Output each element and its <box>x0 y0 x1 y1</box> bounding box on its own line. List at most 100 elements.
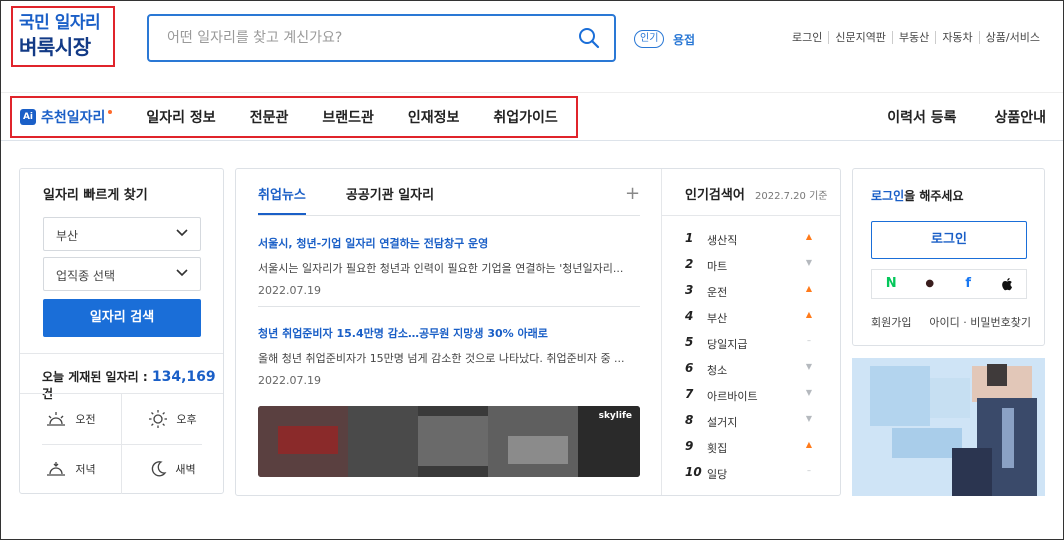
ranking-item[interactable]: 2 마트 ▼ <box>685 257 825 273</box>
sunset-icon <box>47 462 66 476</box>
article-date: 2022.07.19 <box>258 374 321 387</box>
ad-banner-image[interactable] <box>852 358 1045 496</box>
rank-number: 8 <box>685 413 694 427</box>
ranking-item[interactable]: 7 아르바이트 ▼ <box>685 387 825 403</box>
rank-number: 9 <box>685 439 694 453</box>
rank-keyword[interactable]: 부산 <box>707 310 727 326</box>
sun-icon <box>149 410 168 428</box>
chevron-down-icon <box>176 229 188 237</box>
util-link-login[interactable]: 로그인 <box>786 31 828 44</box>
nav-resume-register[interactable]: 이력서 등록 <box>887 107 956 127</box>
shift-morning[interactable]: 오전 <box>20 394 121 444</box>
search-icon[interactable] <box>578 27 600 49</box>
ranking-item[interactable]: 9 횟집 ▲ <box>685 439 825 455</box>
rank-keyword[interactable]: 당일지급 <box>707 336 747 352</box>
ranking-item[interactable]: 10 일당 – <box>685 465 825 481</box>
nav-ai-label: 추천일자리 <box>41 110 106 126</box>
news-video-thumbnail[interactable]: skylife <box>258 406 640 477</box>
nav-item-job-info[interactable]: 일자리 정보 <box>146 107 215 127</box>
main-nav: Ai 추천일자리 일자리 정보 전문관 브랜드관 인재정보 취업가이드 <box>10 96 578 138</box>
nav-right: 이력서 등록 상품안내 <box>849 107 1046 127</box>
signup-link[interactable]: 회원가입 <box>871 316 911 329</box>
rank-keyword[interactable]: 마트 <box>707 258 727 274</box>
shift-afternoon[interactable]: 오후 <box>122 394 223 444</box>
ranking-item[interactable]: 8 설거지 ▼ <box>685 413 825 429</box>
search-input[interactable] <box>167 28 567 48</box>
shift-evening-label: 저녁 <box>75 463 96 476</box>
new-dot-icon <box>108 110 113 114</box>
trend-up-icon: ▲ <box>805 232 813 241</box>
moon-icon <box>152 461 167 477</box>
rank-keyword[interactable]: 청소 <box>707 362 727 378</box>
kakao-login-icon[interactable]: ● <box>911 270 950 298</box>
video-brand-label: skylife <box>598 411 632 421</box>
chevron-down-icon <box>176 269 188 277</box>
login-prompt-link[interactable]: 로그인 <box>871 189 904 203</box>
tabs-underline <box>258 215 640 216</box>
rank-number: 7 <box>685 387 694 401</box>
rank-keyword[interactable]: 설거지 <box>707 414 737 430</box>
trend-same-icon: – <box>807 466 811 475</box>
rank-keyword[interactable]: 아르바이트 <box>707 388 758 404</box>
news-tabs: 취업뉴스 공공기관 일자리 <box>258 184 434 215</box>
article-divider <box>258 306 640 307</box>
trend-up-icon: ▲ <box>805 284 813 293</box>
nav-item-ai-recommend[interactable]: Ai 추천일자리 <box>20 107 113 127</box>
trend-down-icon: ▼ <box>805 414 813 423</box>
util-link-car[interactable]: 자동차 <box>935 31 978 44</box>
job-type-select[interactable]: 업직종 선택 <box>43 257 201 291</box>
job-type-select-value: 업직종 선택 <box>56 269 116 283</box>
ranking-item[interactable]: 6 청소 ▼ <box>685 361 825 377</box>
ranking-underline <box>662 215 840 216</box>
ranking-date: 2022.7.20 기준 <box>755 191 828 202</box>
job-search-button[interactable]: 일자리 검색 <box>43 299 201 337</box>
more-plus-icon[interactable]: + <box>625 183 640 204</box>
region-select[interactable]: 부산 <box>43 217 201 251</box>
login-prompt-text: 을 해주세요 <box>904 189 964 203</box>
shift-dawn-label: 새벽 <box>175 463 196 476</box>
panel-divider <box>661 169 662 495</box>
naver-login-icon[interactable]: N <box>872 270 911 298</box>
shift-afternoon-label: 오후 <box>176 413 197 426</box>
nav-item-brand[interactable]: 브랜드관 <box>322 107 374 127</box>
rank-keyword[interactable]: 일당 <box>707 466 727 482</box>
ranking-item[interactable]: 3 운전 ▲ <box>685 283 825 299</box>
account-links: 회원가입 아이디 · 비밀번호찾기 <box>871 314 1031 330</box>
news-article[interactable]: 청년 취업준비자 15.4만명 감소…공무원 지망생 30% 아래로 올해 청년… <box>258 325 640 387</box>
rank-number: 5 <box>685 335 694 349</box>
rank-keyword[interactable]: 생산직 <box>707 232 737 248</box>
login-button[interactable]: 로그인 <box>871 221 1027 259</box>
util-link-services[interactable]: 상품/서비스 <box>978 31 1046 44</box>
ranking-item[interactable]: 5 당일지급 – <box>685 335 825 351</box>
facebook-login-icon[interactable]: f <box>949 270 988 298</box>
util-link-realestate[interactable]: 부동산 <box>891 31 935 44</box>
shift-evening[interactable]: 저녁 <box>20 444 121 494</box>
nav-item-guide[interactable]: 취업가이드 <box>493 107 557 127</box>
nav-product-info[interactable]: 상품안내 <box>994 107 1046 127</box>
popular-keyword-link[interactable]: 용접 <box>673 31 695 48</box>
rank-keyword[interactable]: 횟집 <box>707 440 727 456</box>
apple-login-icon[interactable] <box>988 270 1027 298</box>
ranking-item[interactable]: 4 부산 ▲ <box>685 309 825 325</box>
news-article[interactable]: 서울시, 청년-기업 일자리 연결하는 전담창구 운영 서울시는 일자리가 필요… <box>258 235 640 297</box>
nav-item-specialty[interactable]: 전문관 <box>250 107 289 127</box>
trend-up-icon: ▲ <box>805 310 813 319</box>
trend-down-icon: ▼ <box>805 362 813 371</box>
trend-down-icon: ▼ <box>805 388 813 397</box>
tab-public-jobs[interactable]: 공공기관 일자리 <box>346 184 434 215</box>
rank-keyword[interactable]: 운전 <box>707 284 727 300</box>
logo-line1: 국민 일자리 <box>19 13 101 33</box>
login-panel: 로그인을 해주세요 로그인 N ● f 회원가입 아이디 · 비밀번호찾기 <box>852 168 1045 346</box>
site-logo[interactable]: 국민 일자리 벼룩시장 <box>11 6 115 67</box>
popular-badge: 인기 <box>634 30 665 48</box>
today-count: 134,169 <box>151 369 216 385</box>
rank-number: 4 <box>685 309 694 323</box>
article-headline[interactable]: 서울시, 청년-기업 일자리 연결하는 전담창구 운영 <box>258 235 640 251</box>
ranking-item[interactable]: 1 생산직 ▲ <box>685 231 825 247</box>
util-link-newspaper[interactable]: 신문지역판 <box>828 31 892 44</box>
tab-job-news[interactable]: 취업뉴스 <box>258 184 306 215</box>
find-account-link[interactable]: 아이디 · 비밀번호찾기 <box>929 314 1031 330</box>
article-headline[interactable]: 청년 취업준비자 15.4만명 감소…공무원 지망생 30% 아래로 <box>258 325 640 341</box>
nav-item-talent[interactable]: 인재정보 <box>408 107 460 127</box>
shift-dawn[interactable]: 새벽 <box>122 444 223 494</box>
